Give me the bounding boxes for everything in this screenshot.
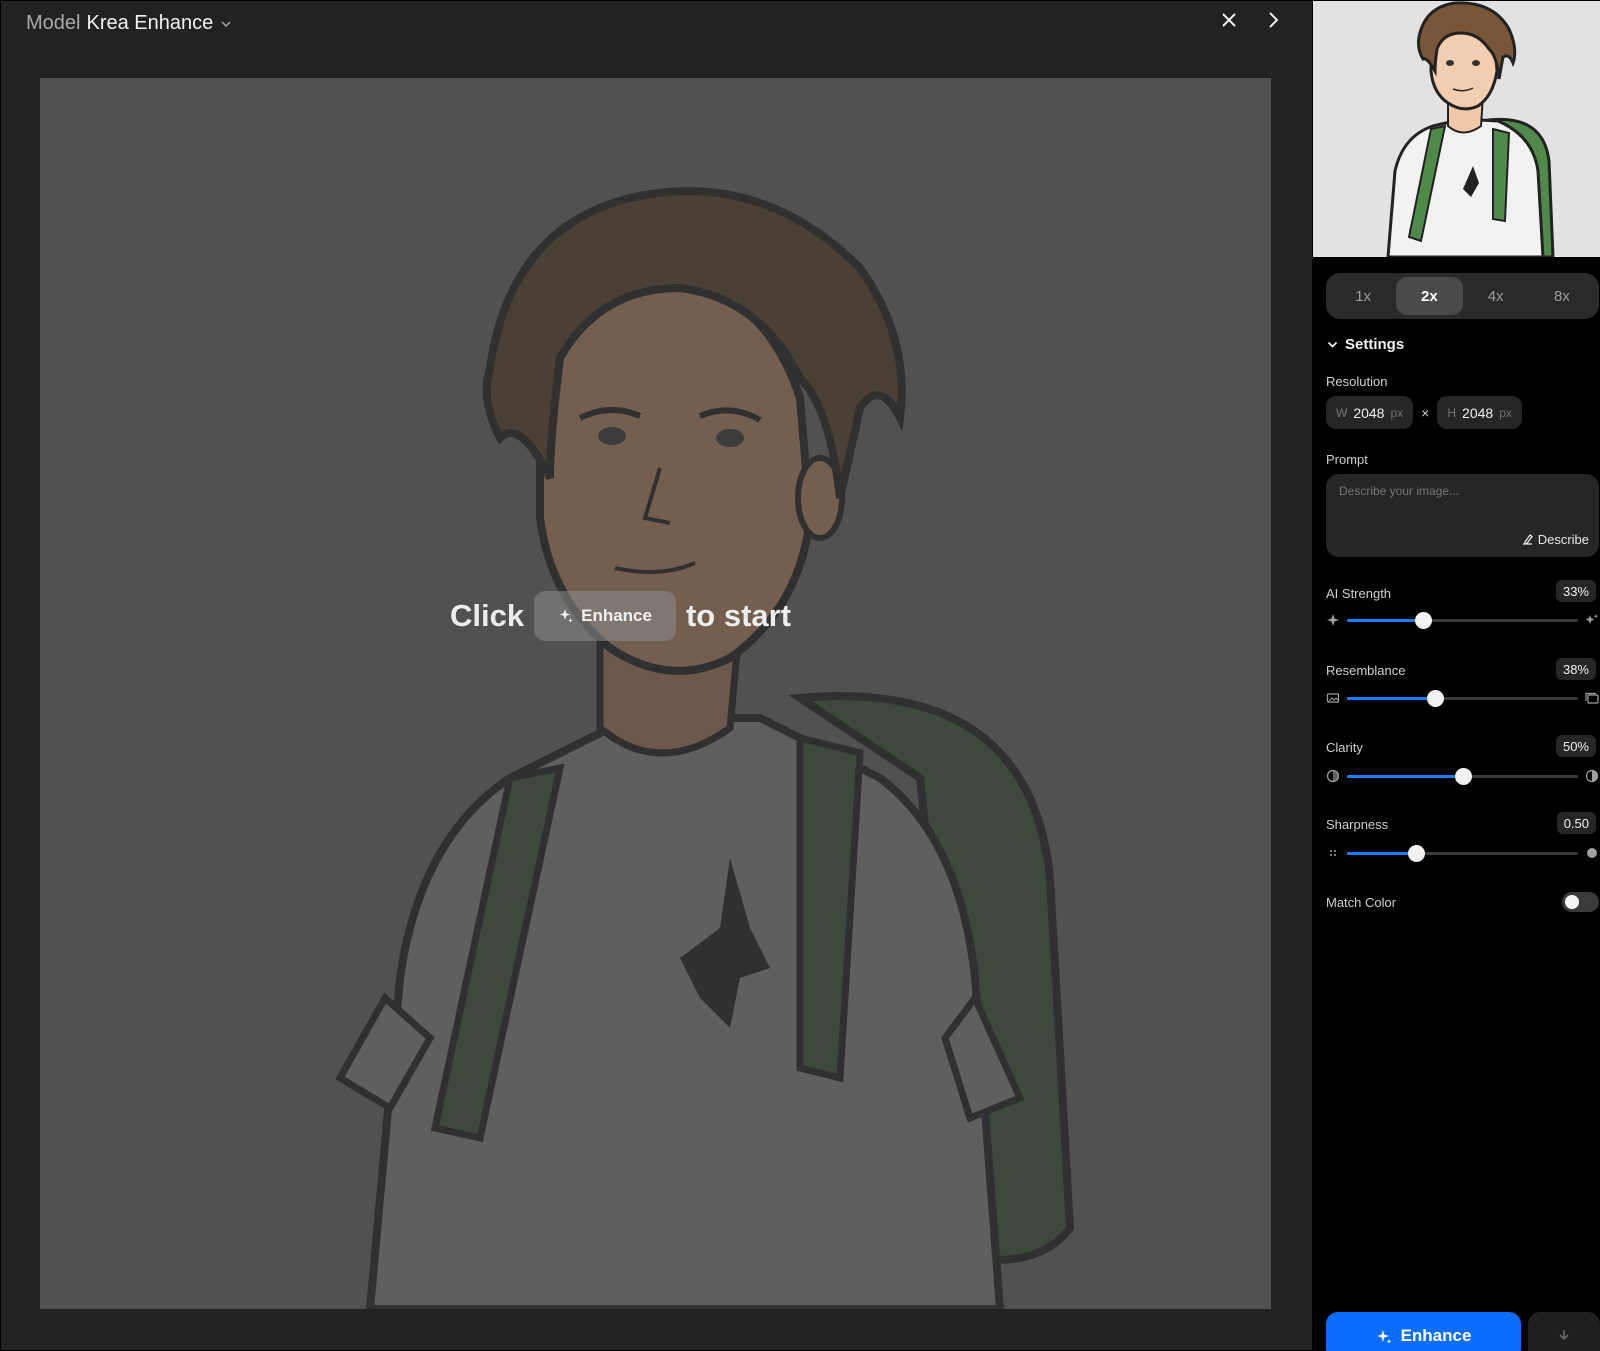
start-hint-suffix: to start <box>685 598 792 633</box>
ai-strength-slider[interactable] <box>1326 610 1599 630</box>
width-field[interactable]: W 2048 px <box>1326 396 1414 429</box>
prompt-label: Prompt <box>1326 452 1368 467</box>
resolution-label: Resolution <box>1326 374 1388 389</box>
start-hint-prefix: Click <box>450 598 525 633</box>
sharpness-value: 0.50 <box>1556 812 1596 834</box>
images-stack-icon <box>1585 692 1599 704</box>
ai-strength-label: AI Strength <box>1326 586 1392 601</box>
enhance-button[interactable]: Enhance <box>1326 1312 1521 1351</box>
model-label: Model <box>26 12 81 34</box>
source-thumbnail <box>1313 1 1600 257</box>
prompt-input[interactable]: Describe your image... Describe <box>1326 474 1599 557</box>
width-unit: px <box>1390 405 1404 420</box>
sharpness-label: Sharpness <box>1326 817 1389 832</box>
sharp-dot-icon <box>1587 848 1597 858</box>
sharpness-track <box>1347 844 1578 862</box>
match-color-label: Match Color <box>1326 894 1397 910</box>
height-value: 2048 <box>1462 404 1494 421</box>
start-hint: Click Enhance to start <box>450 591 791 641</box>
clarity-label: Clarity <box>1326 740 1363 755</box>
enhance-inline-label: Enhance <box>581 606 652 625</box>
resemblance-knob[interactable] <box>1426 689 1444 707</box>
chevron-right-icon[interactable] <box>1262 9 1284 31</box>
download-icon <box>1559 1330 1569 1341</box>
settings-title: Settings <box>1345 336 1405 353</box>
resolution-separator: × <box>1421 404 1430 421</box>
chevron-down-icon <box>221 20 231 27</box>
thumbnail-illustration <box>1313 1 1600 257</box>
scale-option-4x[interactable]: 4x <box>1463 277 1529 315</box>
match-color-row: Match Color <box>1326 892 1599 912</box>
clarity-knob[interactable] <box>1454 767 1472 785</box>
scale-option-2x[interactable]: 2x <box>1396 277 1463 315</box>
describe-button[interactable]: Describe <box>1521 532 1589 547</box>
height-unit: px <box>1499 405 1512 420</box>
describe-label: Describe <box>1537 532 1589 547</box>
enhance-inline-button[interactable]: Enhance <box>534 591 676 641</box>
settings-panel: 1x 2x 4x 8x Settings Resolution W 2048 p… <box>1313 0 1600 1351</box>
resemblance-track <box>1347 689 1578 707</box>
describe-icon <box>1522 534 1533 545</box>
sharpness-slider[interactable] <box>1326 843 1599 863</box>
clarity-track <box>1347 767 1578 785</box>
clarity-slider[interactable] <box>1326 766 1599 786</box>
resemblance-label: Resemblance <box>1326 663 1406 678</box>
model-selector[interactable]: Model Krea Enhance <box>26 12 233 35</box>
close-icon[interactable] <box>1218 9 1240 31</box>
sharpness-knob[interactable] <box>1408 844 1426 862</box>
enhance-button-label: Enhance <box>1400 1326 1472 1345</box>
scale-option-1x[interactable]: 1x <box>1330 277 1396 315</box>
resemblance-slider[interactable] <box>1326 688 1599 708</box>
width-key: W <box>1336 405 1348 420</box>
clarity-value: 50% <box>1555 735 1596 757</box>
image-small-icon <box>1326 693 1340 703</box>
scale-option-8x[interactable]: 8x <box>1529 277 1595 315</box>
prompt-placeholder: Describe your image... <box>1339 484 1460 498</box>
match-color-toggle[interactable] <box>1562 892 1599 912</box>
contrast-high-icon <box>1585 769 1599 783</box>
blur-dots-icon <box>1330 850 1336 856</box>
model-name: Krea Enhance <box>86 12 214 34</box>
sparkle-icon <box>1376 1329 1391 1344</box>
resemblance-value: 38% <box>1555 658 1596 680</box>
height-key: H <box>1447 405 1457 420</box>
canvas-area: Model Krea Enhance Click Enhance to star… <box>1 1 1312 1350</box>
height-field[interactable]: H 2048 px <box>1437 396 1522 429</box>
resolution-inputs: W 2048 px × H 2048 px <box>1326 396 1522 429</box>
contrast-low-icon <box>1326 769 1340 783</box>
preview-overlay <box>40 78 1271 1309</box>
ai-strength-knob[interactable] <box>1415 611 1433 629</box>
sparkles-large-icon <box>1585 614 1599 624</box>
download-button[interactable] <box>1528 1312 1600 1351</box>
sparkle-icon <box>559 609 574 623</box>
settings-toggle[interactable]: Settings <box>1326 336 1404 353</box>
scale-selector: 1x 2x 4x 8x <box>1326 273 1599 319</box>
sparkle-small-icon <box>1327 614 1339 626</box>
image-preview <box>40 78 1271 1309</box>
top-right-controls <box>1218 9 1284 31</box>
chevron-down-icon <box>1327 341 1338 348</box>
width-value: 2048 <box>1353 404 1385 421</box>
ai-strength-value: 33% <box>1555 580 1596 602</box>
ai-strength-track <box>1347 611 1578 629</box>
